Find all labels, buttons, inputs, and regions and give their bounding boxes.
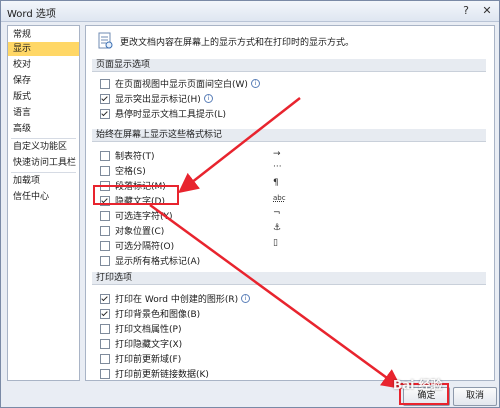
option-label: 对象位置(C) [115, 227, 165, 237]
sidebar-item-quick-access-toolbar[interactable]: 快速访问工具栏 [8, 156, 79, 170]
option-label: 打印背景色和图像(B) [115, 310, 201, 320]
sidebar-item-proofing[interactable]: 校对 [8, 58, 79, 72]
option-update-links[interactable]: 打印前更新链接数据(K) [100, 367, 209, 380]
option-label: 制表符(T) [115, 152, 155, 162]
option-tab-characters[interactable]: 制表符(T) [100, 149, 155, 162]
tab-mark-icon: → [273, 149, 281, 159]
option-label: 在页面视图中显示页面间空白(W) [115, 80, 248, 90]
sidebar-item-customize-ribbon[interactable]: 自定义功能区 [8, 140, 79, 154]
anchor-icon: ⚓ [273, 223, 282, 233]
checkbox[interactable] [100, 240, 110, 251]
option-print-background[interactable]: 打印背景色和图像(B) [100, 307, 200, 320]
checkbox[interactable] [100, 78, 110, 89]
intro-text: 更改文档内容在屏幕上的显示方式和在打印时的显示方式。 [120, 38, 355, 48]
word-options-dialog: Word 选项 ? ✕ 常规 显示 校对 保存 版式 语言 高级 自定义功能区 … [0, 0, 500, 408]
optional-break-mark-icon: ▯ [273, 238, 278, 248]
cancel-button[interactable]: 取消 [453, 387, 497, 406]
option-show-tooltips[interactable]: 悬停时显示文档工具提示(L) [100, 107, 226, 120]
checkbox[interactable] [100, 225, 110, 236]
option-optional-hyphens[interactable]: 可选连字符(Y) [100, 209, 173, 222]
help-button[interactable]: ? [457, 3, 475, 18]
option-label: 打印隐藏文字(X) [115, 340, 183, 350]
option-label: 悬停时显示文档工具提示(L) [115, 110, 227, 120]
sidebar-item-language[interactable]: 语言 [8, 106, 79, 120]
option-print-hidden-text[interactable]: 打印隐藏文字(X) [100, 337, 182, 350]
checkbox[interactable] [100, 338, 110, 349]
options-category-list: 常规 显示 校对 保存 版式 语言 高级 自定义功能区 快速访问工具栏 加载项 … [7, 25, 80, 381]
option-label: 段落标记(M) [115, 182, 166, 192]
option-label: 打印文档属性(P) [115, 325, 182, 335]
option-spaces[interactable]: 空格(S) [100, 164, 146, 177]
option-label: 空格(S) [115, 167, 146, 177]
option-show-whitespace[interactable]: 在页面视图中显示页面间空白(W) i [100, 77, 260, 90]
hidden-text-mark-icon: abc [273, 194, 286, 202]
info-icon: i [250, 79, 260, 88]
option-paragraph-marks[interactable]: 段落标记(M) [100, 179, 166, 192]
option-label: 打印前更新域(F) [115, 355, 182, 365]
display-options-panel: 更改文档内容在屏幕上的显示方式和在打印时的显示方式。 页面显示选项 在页面视图中… [85, 25, 495, 381]
checkbox[interactable] [100, 195, 110, 206]
option-object-anchors[interactable]: 对象位置(C) [100, 224, 164, 237]
checkbox[interactable] [100, 353, 110, 364]
hyphen-mark-icon: ¬ [273, 208, 281, 218]
section-header-page-display: 页面显示选项 [92, 59, 486, 72]
option-label: 显示所有格式标记(A) [115, 257, 201, 267]
option-update-fields[interactable]: 打印前更新域(F) [100, 352, 181, 365]
checkbox[interactable] [100, 165, 110, 176]
info-icon: i [241, 294, 251, 303]
checkbox[interactable] [100, 180, 110, 191]
option-label: 隐藏文字(D) [115, 197, 165, 207]
checkbox[interactable] [100, 150, 110, 161]
close-button[interactable]: ✕ [478, 3, 496, 18]
option-hidden-text[interactable]: 隐藏文字(D) [100, 194, 165, 207]
option-print-properties[interactable]: 打印文档属性(P) [100, 322, 181, 335]
space-mark-icon: ··· [273, 162, 282, 172]
sidebar-item-general[interactable]: 常规 [8, 28, 79, 42]
option-show-highlighter[interactable]: 显示突出显示标记(H) i [100, 92, 213, 105]
checkbox[interactable] [100, 293, 110, 304]
window-title: Word 选项 [7, 9, 56, 20]
sidebar-item-addins[interactable]: 加载项 [8, 174, 79, 188]
option-label: 打印前更新链接数据(K) [115, 370, 209, 380]
sidebar-item-typography[interactable]: 版式 [8, 90, 79, 104]
section-header-formatting-marks: 始终在屏幕上显示这些格式标记 [92, 129, 486, 142]
option-show-all-marks[interactable]: 显示所有格式标记(A) [100, 254, 200, 267]
option-optional-breaks[interactable]: 可选分隔符(O) [100, 239, 174, 252]
title-bar: Word 选项 ? ✕ [1, 1, 499, 22]
option-label: 可选分隔符(O) [115, 242, 175, 252]
sidebar-divider [11, 138, 76, 139]
sidebar-item-display[interactable]: 显示 [8, 42, 79, 56]
sidebar-divider [11, 172, 76, 173]
document-display-icon [98, 32, 113, 49]
watermark: Bai 经验 [393, 378, 443, 392]
checkbox[interactable] [100, 108, 110, 119]
option-label: 显示突出显示标记(H) [115, 95, 201, 105]
checkbox[interactable] [100, 93, 110, 104]
checkbox[interactable] [100, 323, 110, 334]
sidebar-item-advanced[interactable]: 高级 [8, 122, 79, 136]
option-print-drawings[interactable]: 打印在 Word 中创建的图形(R) i [100, 292, 251, 305]
option-label: 可选连字符(Y) [115, 212, 173, 222]
checkbox[interactable] [100, 308, 110, 319]
sidebar-item-trust-center[interactable]: 信任中心 [8, 190, 79, 204]
info-icon: i [203, 94, 213, 103]
checkbox[interactable] [100, 255, 110, 266]
paragraph-mark-icon: ¶ [273, 178, 279, 188]
option-label: 打印在 Word 中创建的图形(R) [115, 295, 239, 305]
sidebar-item-save[interactable]: 保存 [8, 74, 79, 88]
section-header-print-options: 打印选项 [92, 272, 486, 285]
checkbox[interactable] [100, 368, 110, 379]
checkbox[interactable] [100, 210, 110, 221]
